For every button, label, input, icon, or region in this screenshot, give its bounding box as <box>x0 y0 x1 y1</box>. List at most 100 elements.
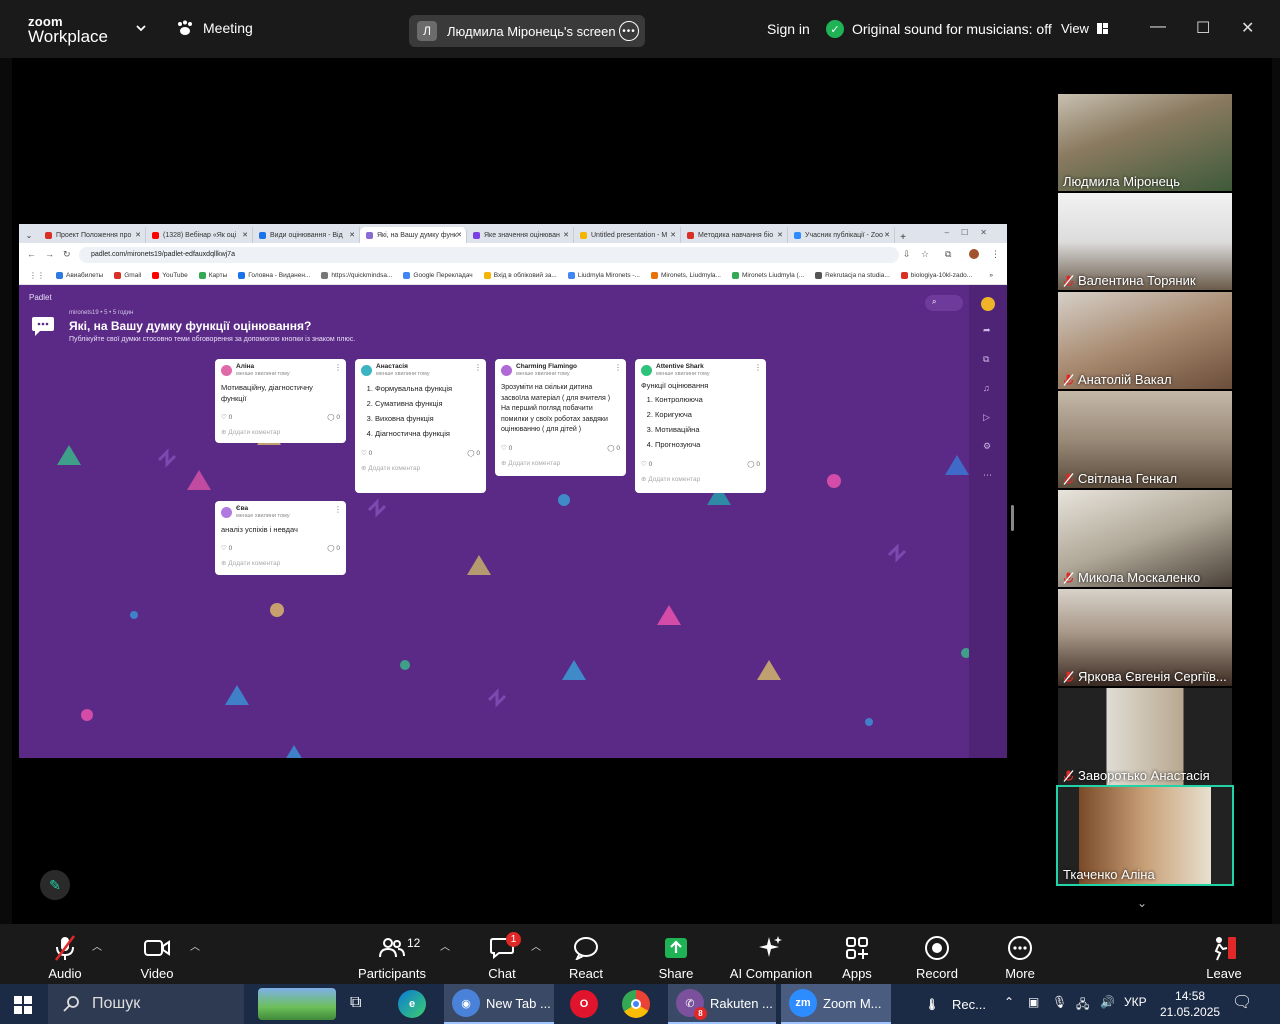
bookmark-item[interactable]: https://quickmindsa... <box>321 272 392 279</box>
bookmark-item[interactable]: Mironets Liudmyla (... <box>731 272 804 279</box>
taskbar-zoom[interactable]: zm Zoom M... <box>781 984 891 1024</box>
bookmark-item[interactable]: Mironets, Liudmyla... <box>651 272 721 279</box>
ai-companion-button[interactable]: AI Companion <box>728 934 814 981</box>
close-tab-icon[interactable]: ✕ <box>242 231 248 239</box>
close-tab-icon[interactable]: ✕ <box>135 231 141 239</box>
taskbar-search[interactable]: Пошук <box>48 984 244 1024</box>
chat-options-caret[interactable]: ︿ <box>531 938 541 953</box>
participant-tile[interactable]: Ткаченко Аліна <box>1056 785 1234 886</box>
close-tab-icon[interactable]: ✕ <box>349 231 355 239</box>
participant-tile[interactable]: Заворотько Анастасія <box>1058 688 1232 785</box>
heart-icon[interactable]: ♡ <box>641 461 647 468</box>
close-tab-icon[interactable]: ✕ <box>563 231 569 239</box>
audio-options-caret[interactable]: ︿ <box>92 938 102 953</box>
browser-window-controls[interactable]: –☐✕ <box>945 228 999 237</box>
video-options-caret[interactable]: ︿ <box>190 938 200 953</box>
browser-tab[interactable]: Які, на Вашу думку функ ✕ <box>360 227 467 243</box>
participant-tile[interactable]: Яркова Євгенія Сергіїв... <box>1058 589 1232 686</box>
bookmark-item[interactable]: biologiya-10kl-zado... <box>900 272 972 279</box>
share-icon[interactable]: ➦ <box>983 325 991 336</box>
install-icon[interactable]: ⇩ <box>903 249 911 260</box>
forward-icon[interactable]: → <box>45 249 54 259</box>
leave-button[interactable]: Leave <box>1189 934 1259 981</box>
volume-icon[interactable]: 🔊 <box>1100 995 1115 1009</box>
view-menu[interactable]: View <box>1061 21 1108 36</box>
close-tab-icon[interactable]: ✕ <box>884 231 890 239</box>
chat-button[interactable]: 1 Chat <box>467 932 537 981</box>
browser-tab[interactable]: Проект Положення про ✕ <box>39 227 146 243</box>
browser-tab[interactable]: Учасник публікації - Zoo ✕ <box>788 227 895 243</box>
original-sound-toggle[interactable]: ✓ Original sound for musicians: off <box>826 20 1052 38</box>
system-clock[interactable]: 14:58 21.05.2025 <box>1160 988 1220 1020</box>
network-icon[interactable]: 🖧 <box>1076 995 1089 1016</box>
browser-tab[interactable]: Види оцінювання - Від ✕ <box>253 227 360 243</box>
add-comment-input[interactable]: ⊕ Додати коментар <box>361 464 480 472</box>
gallery-scroll-down-icon[interactable]: ⌄ <box>1137 896 1147 910</box>
zoom-workplace-logo[interactable]: zoom Workplace <box>28 15 108 45</box>
bookmark-item[interactable]: Головна - Виданен... <box>238 272 310 279</box>
notifications-icon[interactable]: 🗨 <box>1232 992 1252 1012</box>
tray-expand-icon[interactable]: ⌃ <box>1004 995 1014 1009</box>
bookmark-item[interactable]: Gmail <box>114 272 141 279</box>
participant-tile[interactable]: Людмила Міронець <box>1058 94 1232 191</box>
taskbar-chrome[interactable] <box>614 984 650 1024</box>
taskbar-viber[interactable]: ✆ 8 Rakuten ... <box>668 984 776 1024</box>
mic-tray-icon[interactable]: 🎙 <box>1052 995 1067 1009</box>
splitter-handle[interactable] <box>1011 505 1014 531</box>
annotate-pencil-icon[interactable]: ✎ <box>40 870 70 900</box>
padlet-search[interactable]: ⌕ <box>925 295 963 311</box>
play-icon[interactable]: ▷ <box>983 412 990 423</box>
sign-in-link[interactable]: Sign in <box>767 21 810 37</box>
react-button[interactable]: React <box>551 934 621 981</box>
remake-icon[interactable]: ⧉ <box>983 354 989 365</box>
star-icon[interactable]: ☆ <box>921 249 929 260</box>
windows-start-icon[interactable] <box>14 996 32 1019</box>
taskbar-recorder[interactable]: 🌡 Rec... <box>910 984 990 1024</box>
gear-icon[interactable]: ⚙ <box>983 441 991 452</box>
bell-icon[interactable]: ♫ <box>983 383 990 393</box>
more-button[interactable]: More <box>985 934 1055 981</box>
browser-tab[interactable]: Untitled presentation - M ✕ <box>574 227 681 243</box>
bookmarks-overflow-icon[interactable]: » <box>989 272 993 279</box>
more-options-icon[interactable]: ••• <box>619 21 639 41</box>
post-menu-icon[interactable]: ⋮ <box>334 505 342 514</box>
bookmark-item[interactable]: Карты <box>198 272 227 279</box>
heart-icon[interactable]: ♡ <box>221 545 227 552</box>
bookmark-item[interactable]: Вхід в обліковий за... <box>483 272 557 279</box>
taskbar-opera[interactable]: O <box>562 984 598 1024</box>
apps-grid-icon[interactable]: ⋮⋮ <box>29 271 45 280</box>
screen-share-indicator[interactable]: Л Людмила Міронець's screen ••• <box>409 15 645 47</box>
bookmark-item[interactable]: Liudmyla Mironets -... <box>567 272 640 279</box>
bookmark-item[interactable]: YouTube <box>152 272 188 279</box>
comment-icon[interactable]: ◯ <box>327 545 334 552</box>
url-field[interactable]: padlet.com/mironets19/padlet-edfauxdqllk… <box>79 247 899 263</box>
video-button[interactable]: Video <box>122 934 192 981</box>
more-icon[interactable]: ⋯ <box>983 470 992 481</box>
heart-icon[interactable]: ♡ <box>501 445 507 452</box>
comment-icon[interactable]: ◯ <box>467 450 474 457</box>
share-button[interactable]: Share <box>641 934 711 981</box>
post-card-alina[interactable]: Аліна менше хвилини тому ⋮ Мотиваційну, д… <box>215 359 346 443</box>
participant-tile[interactable]: Анатолій Вакал <box>1058 292 1232 389</box>
browser-tab[interactable]: Яке значення оцінюван ✕ <box>467 227 574 243</box>
task-view-icon[interactable]: ⧉ <box>350 994 361 1012</box>
chevron-down-icon[interactable] <box>134 21 148 35</box>
participant-tile[interactable]: Валентина Торяник <box>1058 193 1232 290</box>
browser-tab[interactable]: (1328) Вебінар «Як оці ✕ <box>146 227 253 243</box>
padlet-logo[interactable]: Padlet <box>29 293 52 302</box>
taskbar-chrome-window[interactable]: ◉ New Tab ... <box>444 984 554 1024</box>
weather-widget-icon[interactable] <box>258 988 336 1020</box>
meeting-menu[interactable]: Meeting <box>176 20 253 36</box>
minimize-button[interactable]: — <box>1150 18 1166 36</box>
tab-search-icon[interactable]: ⌄ <box>19 227 39 243</box>
audio-button[interactable]: Audio <box>30 934 100 981</box>
add-comment-input[interactable]: ⊕ Додати коментар <box>641 475 760 483</box>
camera-tray-icon[interactable]: ▣ <box>1028 995 1039 1009</box>
maximize-button[interactable]: ☐ <box>1196 18 1210 38</box>
profile-avatar[interactable] <box>969 249 979 259</box>
post-menu-icon[interactable]: ⋮ <box>754 363 762 372</box>
close-tab-icon[interactable]: ✕ <box>670 231 676 239</box>
post-card-charming-flamingo[interactable]: Charming Flamingo менше хвилини тому ⋮ Зр… <box>495 359 626 476</box>
add-comment-input[interactable]: ⊕ Додати коментар <box>221 559 340 567</box>
back-icon[interactable]: ← <box>27 249 36 259</box>
